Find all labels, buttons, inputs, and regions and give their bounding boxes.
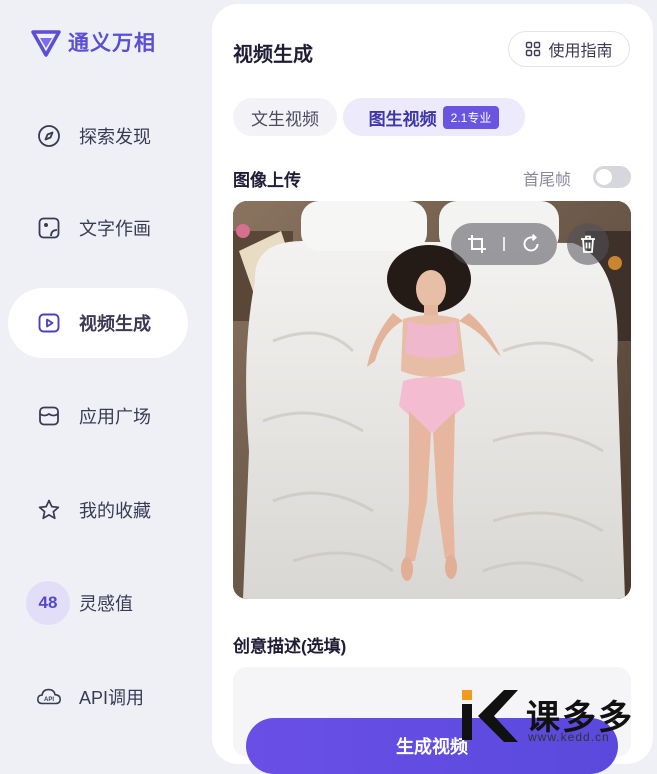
play-icon [36,310,62,336]
page-title: 视频生成 [233,44,313,66]
sidebar-item-favorites[interactable]: 我的收藏 [8,475,188,545]
sidebar-item-label: 我的收藏 [79,501,151,521]
watermark-logo-icon [462,690,518,742]
grid-icon [526,41,541,57]
sidebar-item-label: 文字作画 [79,219,151,239]
compass-icon [36,123,62,149]
sidebar-item-label: 应用广场 [79,407,151,427]
uploaded-image[interactable] [233,201,631,599]
crop-icon[interactable] [464,231,490,257]
watermark: 课多多 www.kedd.cn [456,688,656,746]
tab-image-to-video[interactable]: 图生视频 2.1专业 [343,98,525,136]
user-guide-button[interactable]: 使用指南 [508,31,630,67]
inspiration-count-badge: 48 [26,581,70,625]
prompt-section-label: 创意描述(选填) [233,637,347,656]
store-icon [36,403,62,429]
tongyi-logo-icon [31,30,61,57]
first-last-frame-toggle[interactable] [593,166,631,188]
sidebar-item-label: 视频生成 [79,314,151,334]
star-icon [36,497,62,523]
sidebar-item-explore[interactable]: 探索发现 [8,101,188,171]
upload-section-label: 图像上传 [233,171,301,190]
watermark-url: www.kedd.cn [528,730,610,744]
tab-label: 图生视频 [368,109,437,129]
api-cloud-icon: API [36,684,62,710]
sidebar-item-app-square[interactable]: 应用广场 [8,381,188,451]
uploaded-photo-image [233,201,631,599]
model-version-tag: 2.1专业 [442,105,500,129]
rotate-icon[interactable] [518,231,544,257]
sidebar-item-text-to-image[interactable]: 文字作画 [8,193,188,263]
image-frame-icon [36,215,62,241]
sidebar-item-label: 探索发现 [79,127,151,147]
first-last-frame-label: 首尾帧 [523,172,572,189]
trash-icon [581,235,595,253]
tab-label: 文生视频 [251,109,319,129]
sidebar: 通义万相 探索发现 文字作画 视频生成 应用广场 我的收藏 48 灵感值 API… [0,0,212,747]
sidebar-item-label: 灵感值 [79,594,133,614]
image-tools [451,223,557,265]
sidebar-item-video[interactable]: 视频生成 [8,288,188,358]
svg-text:API: API [44,697,54,703]
video-generation-panel: 视频生成 使用指南 文生视频 图生视频 2.1专业 图像上传 首尾帧 创意描述(… [212,4,653,774]
tab-text-to-video[interactable]: 文生视频 [233,98,337,136]
tool-divider [503,237,505,251]
brand[interactable]: 通义万相 [30,26,156,58]
user-guide-label: 使用指南 [548,43,613,60]
toggle-knob [596,169,612,185]
sidebar-item-inspiration[interactable]: 48 灵感值 [8,568,188,638]
brand-name: 通义万相 [68,32,156,55]
delete-image-button[interactable] [567,223,609,265]
sidebar-item-label: API调用 [79,688,145,708]
sidebar-item-api[interactable]: API API调用 [8,662,188,732]
